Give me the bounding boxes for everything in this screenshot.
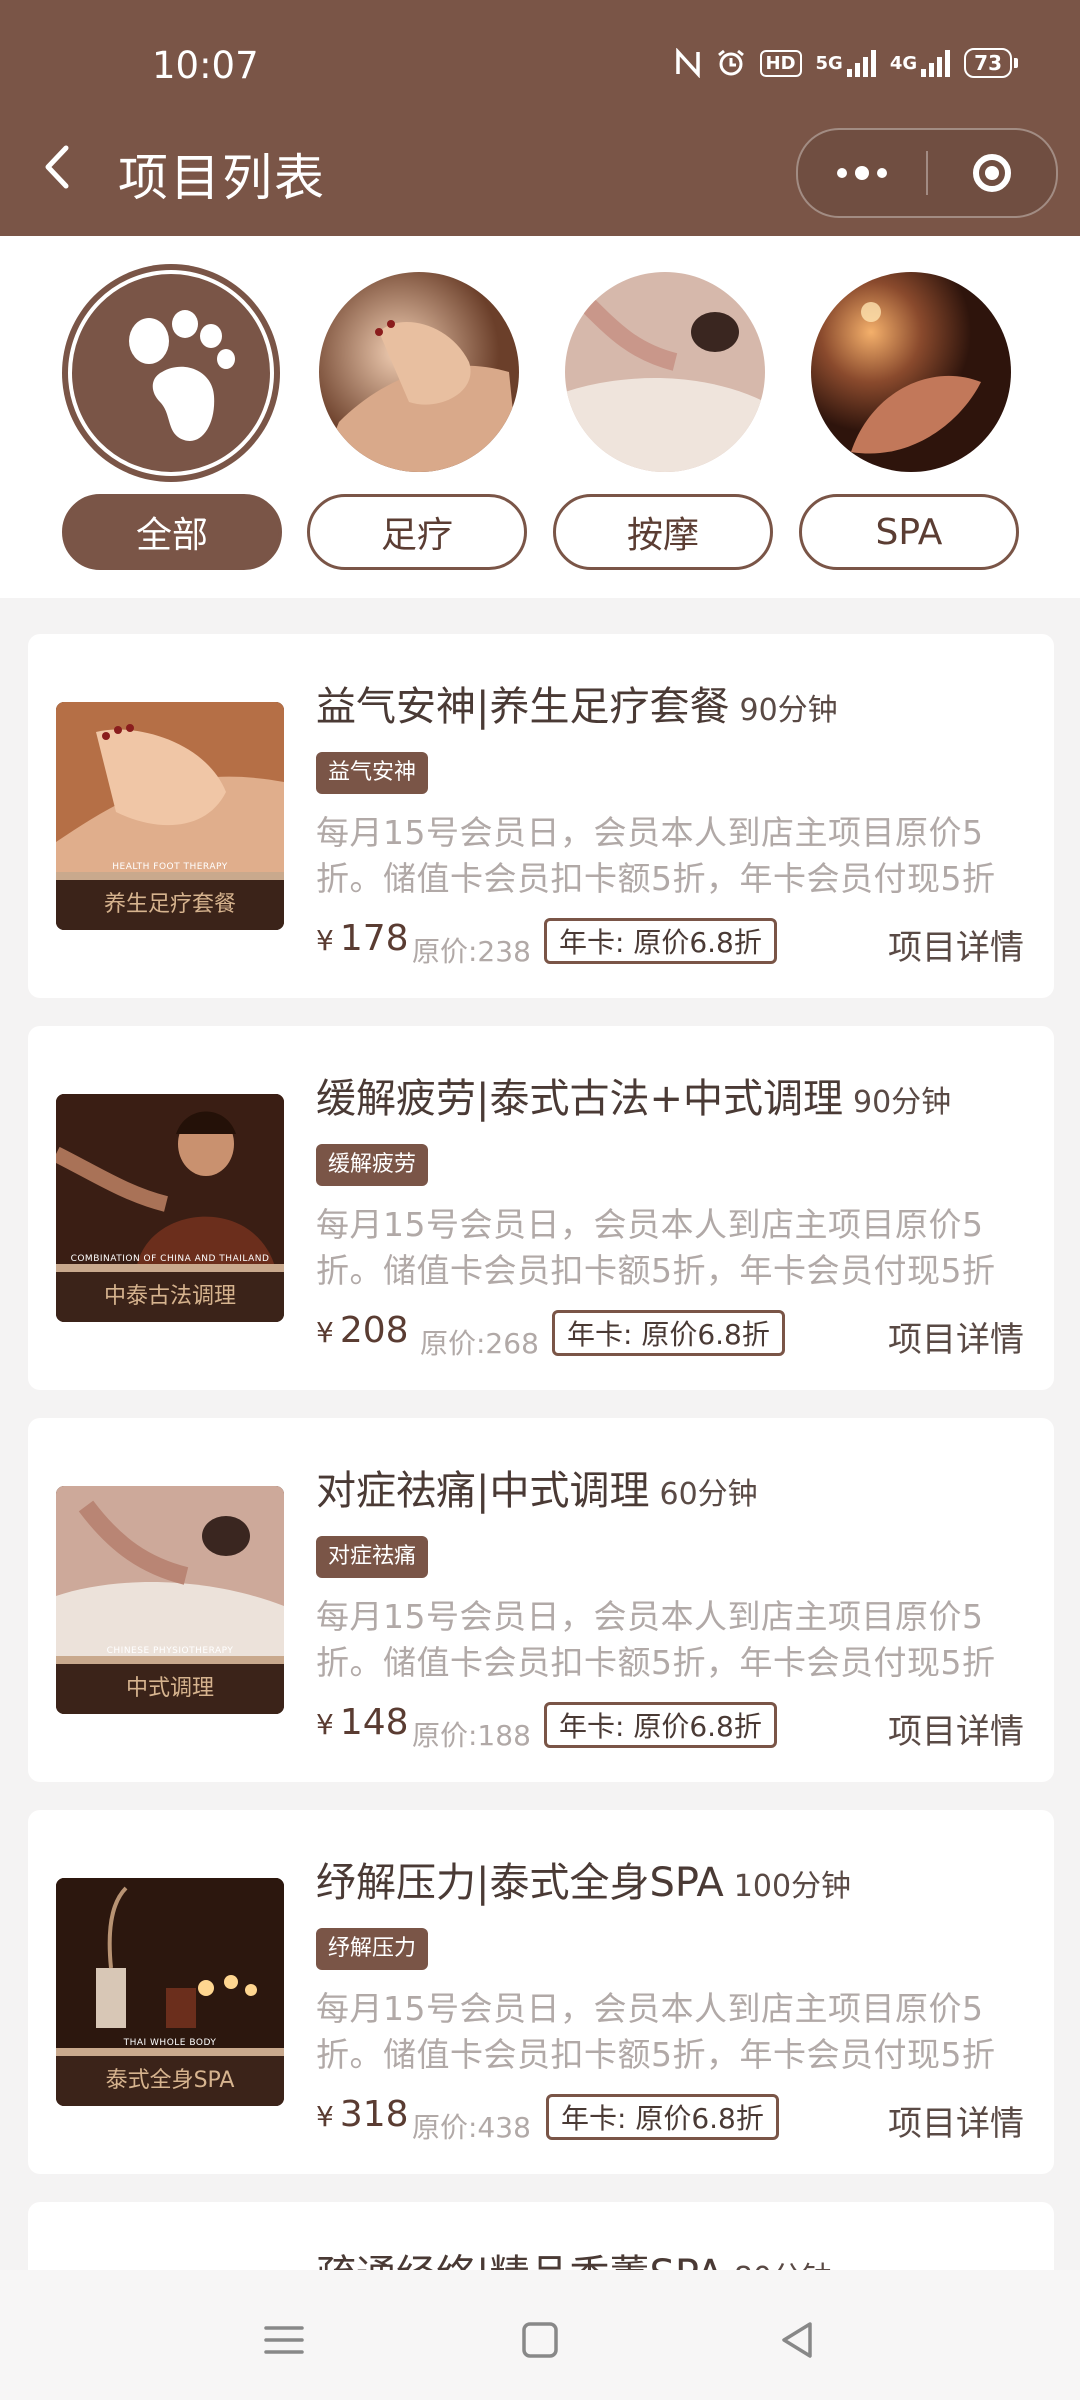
original-price: 原价:238	[412, 935, 531, 968]
price-value: 318	[339, 2094, 409, 2135]
foot-massage-photo	[319, 272, 519, 472]
service-title-text: 对症祛痛|中式调理	[316, 1468, 650, 1514]
service-title: 对症祛痛|中式调理 60分钟	[316, 1458, 758, 1516]
service-duration: 100分钟	[733, 1869, 852, 1904]
close-mini-program-button[interactable]	[928, 130, 1056, 216]
service-duration: 90分钟	[853, 1085, 952, 1120]
project-detail-link[interactable]: 项目详情	[888, 1312, 1024, 1361]
service-description: 每月15号会员日，会员本人到店主项目原价5折。储值卡会员扣卡额5折，年卡会员付现…	[316, 1205, 996, 1290]
alarm-icon	[716, 48, 746, 78]
benefit-tag: 缓解疲劳	[316, 1144, 429, 1186]
price-value: 178	[339, 918, 409, 959]
benefit-tag: 纾解压力	[316, 1928, 429, 1970]
service-duration: 90分钟	[739, 693, 838, 728]
service-description: 每月15号会员日，会员本人到店主项目原价5折。储值卡会员扣卡额5折，年卡会员付现…	[316, 813, 996, 898]
annual-card-badge: 年卡: 原价6.8折	[552, 1310, 785, 1356]
original-price: 原价:188	[412, 1719, 531, 1752]
thumbnail-english-caption: COMBINATION OF CHINA AND THAILAND	[70, 1254, 270, 1264]
category-selector: 全部 足疗 按摩 SPA	[0, 236, 1080, 598]
category-spa-pill[interactable]: SPA	[799, 494, 1019, 570]
annual-card-badge: 年卡: 原价6.8折	[544, 918, 777, 964]
currency-symbol: ¥	[316, 1316, 334, 1349]
service-thumbnail: COMBINATION OF CHINA AND THAILAND 中泰古法调理	[56, 1094, 284, 1322]
home-icon[interactable]	[512, 2312, 568, 2368]
service-title-text: 缓解疲劳|泰式古法+中式调理	[316, 1076, 843, 1122]
service-title: 纾解压力|泰式全身SPA 100分钟	[316, 1850, 851, 1908]
back-massage-photo	[565, 272, 765, 472]
mini-program-capsule	[796, 128, 1058, 218]
service-duration: 60分钟	[659, 1477, 758, 1512]
original-price: 原价:268	[420, 1327, 539, 1360]
thumbnail-english-caption: THAI WHOLE BODY	[123, 2038, 217, 2048]
thumbnail-english-caption: HEALTH FOOT THERAPY	[112, 862, 228, 872]
service-title-text: 益气安神|养生足疗套餐	[316, 684, 730, 730]
service-thumbnail: CHINESE PHYSIOTHERAPY 中式调理	[56, 1486, 284, 1714]
category-foot-therapy-pill[interactable]: 足疗	[307, 494, 527, 570]
annual-card-badge: 年卡: 原价6.8折	[546, 2094, 779, 2140]
more-menu-button[interactable]	[798, 130, 926, 216]
service-price: ¥318	[316, 2094, 409, 2135]
service-thumbnail: THAI WHOLE BODY 泰式全身SPA	[56, 1878, 284, 2106]
price-value: 148	[339, 1702, 409, 1743]
back-arrow-icon[interactable]	[40, 144, 78, 189]
service-description: 每月15号会员日，会员本人到店主项目原价5折。储值卡会员扣卡额5折，年卡会员付现…	[316, 1597, 996, 1682]
category-all-pill[interactable]: 全部	[62, 494, 282, 570]
thumbnail-chinese-caption: 中泰古法调理	[56, 1272, 284, 1322]
project-detail-link[interactable]: 项目详情	[888, 1704, 1024, 1753]
battery-icon: 73	[964, 48, 1018, 78]
app-header: 10:07 HD 5G 4G 73 项目列表	[0, 0, 1080, 236]
category-all-image	[62, 264, 280, 482]
currency-symbol: ¥	[316, 924, 334, 957]
project-detail-link[interactable]: 项目详情	[888, 920, 1024, 969]
benefit-tag: 对症祛痛	[316, 1536, 429, 1578]
page-title: 项目列表	[118, 149, 326, 207]
back-triangle-icon[interactable]	[770, 2312, 826, 2368]
service-card[interactable]: HEALTH FOOT THERAPY 养生足疗套餐 益气安神|养生足疗套餐 90…	[28, 634, 1054, 998]
service-card[interactable]: COMBINATION OF CHINA AND THAILAND 中泰古法调理…	[28, 1026, 1054, 1390]
system-navigation-bar	[0, 2270, 1080, 2400]
recent-apps-icon[interactable]	[256, 2312, 312, 2368]
service-title-text: 纾解压力|泰式全身SPA	[316, 1860, 724, 1906]
net2-label: 4G	[889, 52, 918, 74]
status-time: 10:07	[152, 44, 259, 87]
signal-5g-icon: 5G	[816, 49, 876, 77]
service-title: 缓解疲劳|泰式古法+中式调理 90分钟	[316, 1066, 951, 1124]
category-massage-pill[interactable]: 按摩	[553, 494, 773, 570]
currency-symbol: ¥	[316, 2100, 334, 2133]
service-card[interactable]: THAI WHOLE BODY 泰式全身SPA 纾解压力|泰式全身SPA 100分…	[28, 1810, 1054, 2174]
benefit-tag: 益气安神	[316, 752, 429, 794]
hd-voice-icon: HD	[759, 49, 802, 77]
signal-4g-icon: 4G	[889, 49, 951, 77]
service-description: 每月15号会员日，会员本人到店主项目原价5折。储值卡会员扣卡额5折，年卡会员付现…	[316, 1989, 996, 2074]
currency-symbol: ¥	[316, 1708, 334, 1741]
status-icons: HD 5G 4G 73	[674, 48, 1018, 78]
service-price: ¥178	[316, 918, 409, 959]
service-price: ¥208	[316, 1310, 409, 1351]
foot-print-icon	[129, 310, 235, 441]
thumbnail-chinese-caption: 中式调理	[56, 1664, 284, 1714]
price-value: 208	[339, 1310, 409, 1351]
annual-card-badge: 年卡: 原价6.8折	[544, 1702, 777, 1748]
service-card[interactable]: CHINESE PHYSIOTHERAPY 中式调理 对症祛痛|中式调理 60分钟…	[28, 1418, 1054, 1782]
net1-label: 5G	[815, 52, 843, 74]
nfc-icon	[674, 48, 702, 78]
original-price: 原价:438	[412, 2111, 531, 2144]
thumbnail-chinese-caption: 养生足疗套餐	[56, 880, 284, 930]
spa-oil-photo	[811, 272, 1011, 472]
service-title: 益气安神|养生足疗套餐 90分钟	[316, 674, 838, 732]
service-thumbnail: HEALTH FOOT THERAPY 养生足疗套餐	[56, 702, 284, 930]
thumbnail-chinese-caption: 泰式全身SPA	[56, 2056, 284, 2106]
service-price: ¥148	[316, 1702, 409, 1743]
thumbnail-english-caption: CHINESE PHYSIOTHERAPY	[106, 1646, 234, 1656]
target-icon	[973, 154, 1011, 192]
project-detail-link[interactable]: 项目详情	[888, 2096, 1024, 2145]
